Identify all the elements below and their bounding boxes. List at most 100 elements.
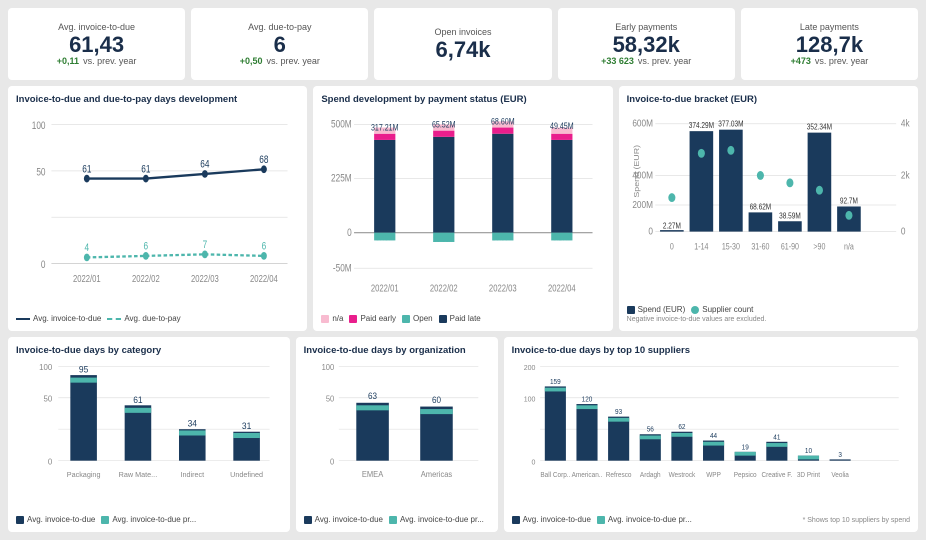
svg-text:62: 62 <box>678 424 685 431</box>
chart3-legend: Spend (EUR) Supplier count <box>627 305 910 314</box>
stacked-bar-svg: 500M 225M 0 -50M <box>321 109 604 310</box>
legend-avg-invoice-sup: Avg. invoice-to-due <box>512 515 591 524</box>
svg-text:2022/01: 2022/01 <box>73 273 101 284</box>
svg-text:0: 0 <box>347 227 352 239</box>
bar-s1 <box>544 386 565 460</box>
bar-s3 <box>608 417 629 461</box>
kpi-label-2: Avg. due-to-pay <box>201 22 358 32</box>
svg-text:93: 93 <box>615 409 622 416</box>
svg-text:64: 64 <box>200 159 210 171</box>
svg-text:5.49M: 5.49M <box>376 233 394 243</box>
bar-s3-pr <box>608 418 629 422</box>
bar-s2-pr <box>576 405 597 409</box>
svg-text:100: 100 <box>32 120 46 132</box>
svg-text:61-90: 61-90 <box>781 242 800 252</box>
bar-packaging-pr <box>70 378 97 383</box>
chart2-legend: n/a Paid early Open Paid late <box>321 314 604 323</box>
bar-bracket-1-14 <box>689 131 713 231</box>
svg-text:2022/01: 2022/01 <box>371 282 399 293</box>
chart1-legend: Avg. invoice-to-due Avg. due-to-pay <box>16 314 299 323</box>
bar-s2 <box>576 404 597 461</box>
svg-text:500M: 500M <box>331 119 352 131</box>
dashboard: Avg. invoice-to-due 61,43 +0,11 vs. prev… <box>0 0 926 540</box>
charts-middle-row: Invoice-to-due and due-to-pay days devel… <box>8 86 918 331</box>
chart2-area: 500M 225M 0 -50M <box>321 109 604 310</box>
legend-avg-invoice-pr-sup: Avg. invoice-to-due pr... <box>597 515 692 524</box>
bar-s10 <box>829 459 850 460</box>
svg-text:120: 120 <box>581 396 592 403</box>
svg-text:377.03M: 377.03M <box>718 119 743 129</box>
bar-bracket-gt90 <box>807 133 831 232</box>
svg-text:0: 0 <box>531 457 535 466</box>
svg-text:EMEA: EMEA <box>362 470 384 479</box>
svg-text:61: 61 <box>133 395 143 405</box>
svg-text:4: 4 <box>85 242 90 254</box>
bar-s9-pr <box>798 456 819 460</box>
bar-indirect-pr <box>179 430 206 435</box>
svg-text:0: 0 <box>901 226 906 237</box>
kpi-value-1: 61,43 <box>18 34 175 56</box>
dot-1 <box>84 175 90 183</box>
svg-text:10: 10 <box>804 448 811 455</box>
bar-2204-late <box>552 140 573 233</box>
svg-text:2022/03: 2022/03 <box>191 273 219 284</box>
chart4-title: Invoice-to-due days by category <box>16 345 282 356</box>
svg-text:0: 0 <box>670 242 674 252</box>
bar-2202-late <box>433 137 454 233</box>
kpi-early-payments: Early payments 58,32k +33 623 vs. prev. … <box>558 8 735 80</box>
svg-text:0: 0 <box>330 457 335 466</box>
kpi-avg-due-to-pay: Avg. due-to-pay 6 +0,50 vs. prev. year <box>191 8 368 80</box>
svg-text:317.21M: 317.21M <box>371 123 399 133</box>
svg-text:374.29M: 374.29M <box>688 120 713 130</box>
dot-2 <box>143 175 149 183</box>
chart4-legend: Avg. invoice-to-due Avg. invoice-to-due … <box>16 515 282 524</box>
chart3-area: 600M 400M 200M 0 4k 2k 0 <box>627 109 910 301</box>
svg-text:2022/04: 2022/04 <box>548 282 576 293</box>
bracket-bar-svg: 600M 400M 200M 0 4k 2k 0 <box>627 109 910 301</box>
dot-supplier-5 <box>816 186 823 195</box>
kpi-label-4: Early payments <box>568 22 725 32</box>
svg-text:Creative F.: Creative F. <box>761 472 792 479</box>
kpi-value-2: 6 <box>201 34 358 56</box>
bar-s4-pr <box>639 436 660 440</box>
chart-invoice-to-due-development: Invoice-to-due and due-to-pay days devel… <box>8 86 307 331</box>
svg-text:600M: 600M <box>632 118 653 129</box>
svg-text:2022/03: 2022/03 <box>489 282 517 293</box>
supplier-bar-svg: 200 100 0 159 120 93 <box>512 360 910 511</box>
bar-s6-pr <box>703 442 724 446</box>
svg-text:Undefined: Undefined <box>230 470 263 479</box>
chart5-legend: Avg. invoice-to-due Avg. invoice-to-due … <box>304 515 490 524</box>
bar-2202-early <box>433 131 454 137</box>
kpi-delta-5: +473 vs. prev. year <box>751 56 908 66</box>
dot-supplier-0 <box>668 193 675 202</box>
kpi-delta-4: +33 623 vs. prev. year <box>568 56 725 66</box>
svg-text:50: 50 <box>325 394 334 403</box>
legend-supplier-count: Supplier count <box>691 305 753 314</box>
svg-text:68: 68 <box>259 154 268 166</box>
kpi-delta-2: +0,50 vs. prev. year <box>201 56 358 66</box>
svg-text:Indirect: Indirect <box>180 470 204 479</box>
svg-text:159: 159 <box>550 379 561 386</box>
dot-3 <box>202 170 208 178</box>
svg-text:Americas: Americas <box>420 470 451 479</box>
kpi-open-invoices: Open invoices 6,74k <box>374 8 551 80</box>
svg-text:2.27M: 2.27M <box>663 221 681 231</box>
svg-text:3.17M: 3.17M <box>553 233 571 243</box>
svg-text:0: 0 <box>41 259 46 271</box>
legend-avg-invoice-org: Avg. invoice-to-due <box>304 515 383 524</box>
legend-paid-early: Paid early <box>349 314 396 323</box>
bar-2201-late <box>374 140 395 233</box>
svg-text:68.60M: 68.60M <box>491 117 515 127</box>
legend-spend-eur: Spend (EUR) <box>627 305 686 314</box>
kpi-label-5: Late payments <box>751 22 908 32</box>
svg-text:56: 56 <box>646 427 653 434</box>
svg-text:-50M: -50M <box>333 262 352 274</box>
kpi-label-1: Avg. invoice-to-due <box>18 22 175 32</box>
svg-text:34: 34 <box>188 419 198 429</box>
svg-text:Ardagh: Ardagh <box>639 472 660 479</box>
svg-text:WPP: WPP <box>706 472 721 479</box>
svg-text:n/a: n/a <box>844 242 854 252</box>
kpi-value-3: 6,74k <box>384 39 541 61</box>
bar-s7-pr <box>734 452 755 456</box>
svg-text:2k: 2k <box>901 170 910 181</box>
